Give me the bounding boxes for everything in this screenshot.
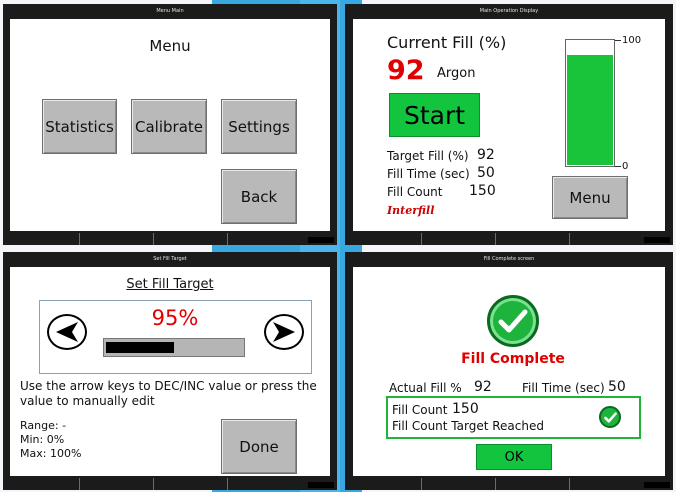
panel-title: Menu Main	[156, 8, 184, 14]
panel-main-operation: Main Operation Display Current Fill (%) …	[345, 4, 673, 245]
fill-target-bar-level	[106, 342, 174, 353]
back-button[interactable]: Back	[221, 169, 297, 224]
gauge-tick-top	[615, 40, 621, 41]
gas-type: Argon	[437, 66, 476, 81]
start-button[interactable]: Start	[389, 93, 480, 137]
left-arrow-icon	[56, 322, 78, 342]
panel-title: Main Operation Display	[479, 8, 539, 14]
fill-time-value[interactable]: 50	[477, 165, 495, 181]
complete-fill-count-label: Fill Count	[392, 403, 448, 417]
interfill-logo: Interfill	[387, 204, 435, 217]
settings-button[interactable]: Settings	[221, 99, 297, 154]
set-target-heading: Set Fill Target	[126, 277, 214, 292]
panel-title: Fill Complete screen	[483, 256, 535, 262]
current-fill-label: Current Fill (%)	[387, 33, 507, 52]
done-button[interactable]: Done	[221, 419, 297, 474]
gauge-min-label: 0	[622, 161, 629, 172]
gauge-max-label: 100	[622, 35, 642, 46]
actual-fill-value: 92	[474, 379, 492, 395]
target-reached-check-icon	[599, 406, 621, 428]
fill-gauge-level	[567, 55, 613, 165]
target-reached-text: Fill Count Target Reached	[392, 419, 544, 433]
status-bar	[345, 478, 673, 490]
calibrate-button[interactable]: Calibrate	[131, 99, 207, 154]
fill-complete-heading: Fill Complete	[461, 351, 565, 367]
complete-fill-count-value: 150	[452, 401, 479, 417]
target-fill-label: Target Fill (%)	[387, 149, 469, 163]
actual-fill-label: Actual Fill %	[389, 381, 462, 395]
fill-count-value: 150	[469, 183, 496, 199]
panel-title: Set Fill Target	[153, 256, 187, 262]
fill-gauge	[565, 39, 615, 167]
status-bar	[3, 233, 337, 245]
success-check-icon	[487, 295, 539, 347]
value-box: 95%	[39, 300, 312, 374]
increment-button[interactable]	[264, 314, 304, 350]
status-bar	[3, 478, 337, 490]
decrement-button[interactable]	[47, 314, 87, 350]
min-label: Min: 0%	[20, 433, 65, 446]
help-text: Use the arrow keys to DEC/INC value or p…	[20, 379, 317, 408]
set-target-screen: Set Fill Target 95% Use the arrow keys t…	[10, 267, 330, 476]
menu-button[interactable]: Menu	[552, 176, 628, 219]
gauge-tick-bottom	[615, 166, 621, 167]
right-arrow-icon	[273, 322, 295, 342]
max-label: Max: 100%	[20, 447, 82, 460]
panel-menu-main: Menu Main Menu Statistics Calibrate Sett…	[3, 4, 337, 245]
fill-count-box: Fill Count 150 Fill Count Target Reached	[386, 396, 641, 439]
fill-time-label: Fill Time (sec)	[387, 167, 470, 181]
complete-fill-time-label: Fill Time (sec)	[522, 381, 605, 395]
fill-count-label: Fill Count	[387, 185, 443, 199]
panel-set-fill-target: Set Fill Target Set Fill Target 95% Use …	[3, 252, 337, 490]
fill-target-value[interactable]: 95%	[100, 306, 250, 330]
ok-button[interactable]: OK	[476, 444, 552, 470]
range-label: Range: -	[20, 419, 67, 432]
status-bar	[345, 233, 673, 245]
complete-fill-time-value: 50	[608, 379, 626, 395]
menu-screen: Menu Statistics Calibrate Settings Back	[10, 19, 330, 231]
fill-value: 92	[387, 55, 425, 86]
menu-heading: Menu	[149, 37, 191, 55]
operation-screen: Current Fill (%) 92 Argon Start Target F…	[353, 19, 665, 231]
panel-fill-complete: Fill Complete screen Fill Complete Actua…	[345, 252, 673, 490]
fill-complete-screen: Fill Complete Actual Fill % 92 Fill Time…	[353, 267, 665, 476]
target-fill-value[interactable]: 92	[477, 147, 495, 163]
statistics-button[interactable]: Statistics	[42, 99, 117, 154]
fill-target-bar	[103, 338, 245, 357]
